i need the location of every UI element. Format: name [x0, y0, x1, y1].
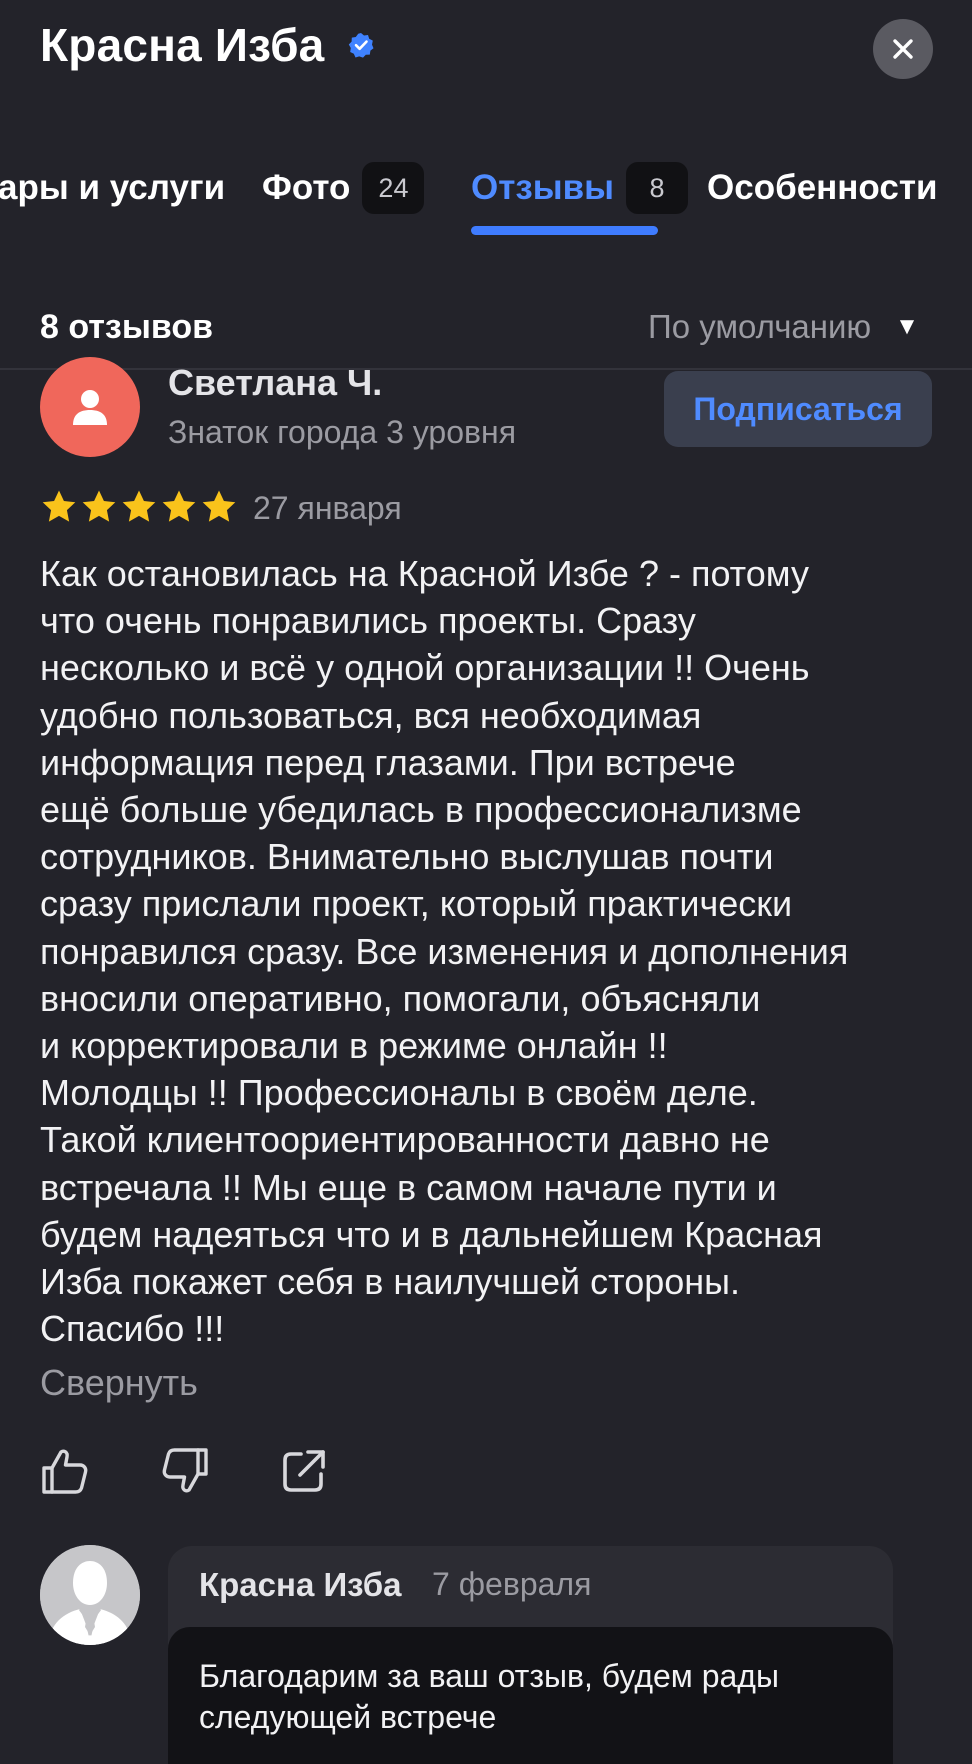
review-text-line: Спасибо !!! [40, 1308, 225, 1350]
star-icon [162, 490, 196, 522]
tab-count-badge: 24 [362, 162, 425, 214]
subscribe-button[interactable]: Подписаться [664, 371, 932, 447]
review-text-line: Такой клиентоориентированности давно не [40, 1119, 770, 1161]
review-text-line: сотрудников. Внимательно выслушав почти [40, 836, 774, 878]
business-avatar [40, 1545, 140, 1645]
review-text-line: Изба покажет себя в наилучшей стороны. [40, 1261, 741, 1303]
review-author-name[interactable]: Светлана Ч. [168, 362, 382, 404]
collapse-link[interactable]: Свернуть [40, 1362, 198, 1404]
review-text: Как остановилась на Красной Избе ? - пот… [40, 550, 945, 1352]
reply-date: 7 февраля [432, 1566, 592, 1602]
tab-label: ары и услуги [0, 168, 226, 207]
review-text-line: понравился сразу. Все изменения и дополн… [40, 930, 849, 972]
star-icon [202, 490, 236, 522]
tab-label: Отзывы [471, 168, 615, 207]
review-text-line: несколько и всё у одной организации !! О… [40, 647, 810, 689]
reply-author-name[interactable]: Красна Изба [199, 1566, 402, 1604]
share-icon[interactable] [279, 1446, 329, 1496]
review-text-line: сразу прислали проект, который практичес… [40, 883, 793, 925]
reviews-count: 8 отзывов [40, 308, 213, 346]
active-tab-indicator [471, 226, 658, 235]
tab-count-badge: 8 [626, 162, 689, 214]
close-button[interactable] [873, 19, 933, 79]
avatar[interactable] [40, 357, 140, 457]
divider [0, 368, 972, 370]
rating-stars [40, 488, 238, 526]
star-icon [82, 490, 116, 522]
review-text-line: встречала !! Мы еще в самом начале пути … [40, 1166, 777, 1208]
star-icon [42, 490, 76, 522]
verified-check-icon [348, 33, 374, 58]
review-text-line: что очень понравились проекты. Сразу [40, 600, 696, 642]
tab-photos[interactable]: Фото 24 [262, 156, 425, 220]
tab-label: Фото [262, 168, 351, 207]
review-text-line: Молодцы !! Профессионалы в своём деле. [40, 1072, 758, 1114]
user-icon [73, 390, 107, 425]
businessman-icon [40, 1545, 140, 1645]
tab-products-services[interactable]: ары и услуги [0, 156, 225, 220]
review-text-line: вносили оперативно, помогали, объясняли [40, 977, 761, 1019]
review-author-level: Знаток города 3 уровня [168, 414, 517, 450]
tab-reviews[interactable]: Отзывы 8 [471, 156, 689, 220]
review-text-line: будем надеяться что и в дальнейшем Красн… [40, 1213, 823, 1255]
thumbs-up-icon[interactable] [40, 1446, 90, 1496]
tab-label: Особенности [707, 168, 938, 207]
review-text-line: удобно пользоваться, вся необходимая [40, 694, 702, 736]
sort-label: По умолчанию [648, 308, 872, 345]
review-date: 27 января [253, 490, 402, 526]
caret-down-icon: ▼ [895, 313, 919, 340]
star-icon [122, 490, 156, 522]
reply-text: Благодарим за ваш отзыв, будем рады след… [199, 1658, 779, 1735]
review-text-line: Как остановилась на Красной Избе ? - пот… [40, 553, 809, 594]
close-icon [893, 39, 913, 59]
sort-dropdown[interactable]: По умолчанию ▼ [648, 308, 919, 346]
tab-bar: ары и услуги Фото 24 Отзывы 8 Особенност… [0, 156, 972, 236]
review-text-line: информация перед глазами. При встрече [40, 741, 736, 783]
page-title: Красна Изба [40, 19, 325, 71]
thumbs-down-icon[interactable] [160, 1446, 210, 1496]
review-text-line: ещё больше убедилась в профессионализме [40, 789, 802, 831]
tab-features[interactable]: Особенности [707, 156, 937, 220]
review-text-line: и корректировали в режиме онлайн !! [40, 1025, 668, 1067]
